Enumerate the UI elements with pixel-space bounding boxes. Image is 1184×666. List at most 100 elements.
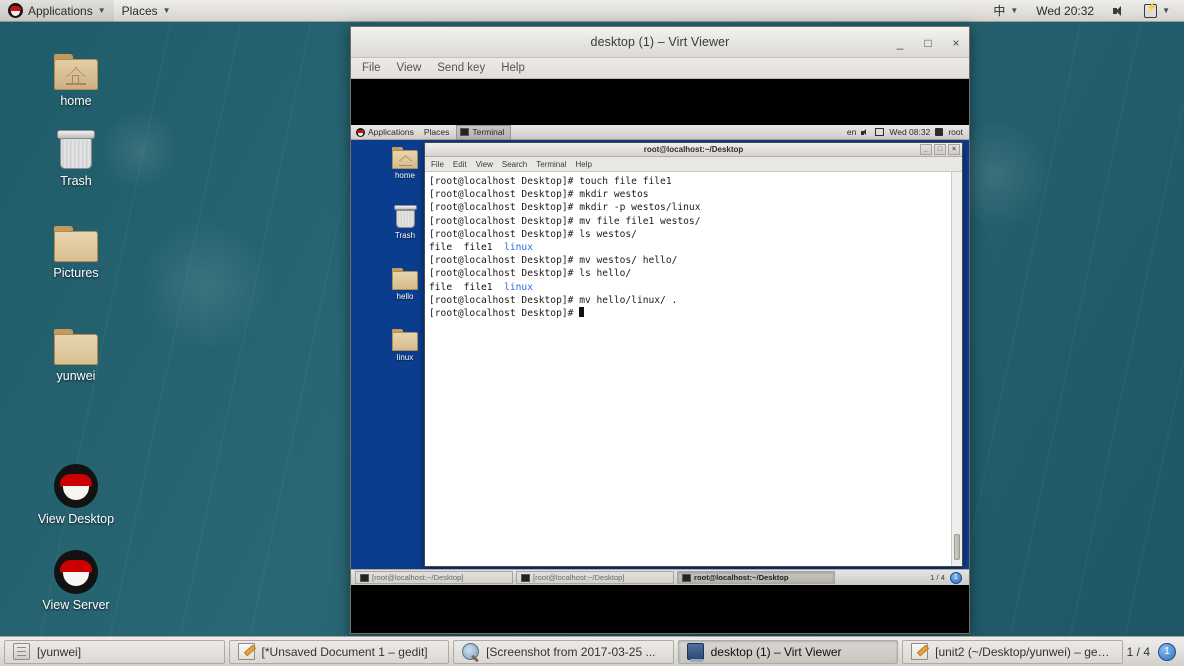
guest-taskbar-item-active[interactable]: root@localhost:~/Desktop — [677, 571, 835, 584]
host-clock[interactable]: Wed 20:32 — [1028, 0, 1102, 22]
virt-viewer-titlebar[interactable]: desktop (1) – Virt Viewer _ □ × — [351, 27, 969, 58]
terminal-command: mv file file1 westos/ — [579, 215, 701, 227]
battery-indicator[interactable]: ▼ — [1136, 0, 1178, 22]
terminal-line: file file1 linux — [429, 241, 962, 254]
desktop-icon-view-desktop[interactable]: View Desktop — [28, 458, 124, 526]
folder-icon — [28, 315, 124, 365]
chevron-down-icon: ▼ — [1162, 5, 1170, 15]
maximize-button[interactable]: □ — [921, 36, 935, 50]
workspace-label: 1 / 4 — [1126, 644, 1151, 659]
terminal-close-button[interactable]: × — [948, 144, 960, 155]
terminal-icon — [521, 573, 530, 582]
terminal-scrollbar-thumb[interactable] — [954, 534, 960, 560]
terminal-window[interactable]: root@localhost:~/Desktop _ □ × File Edit… — [424, 142, 963, 567]
files-icon — [13, 643, 30, 660]
taskbar-item-unsaved-document[interactable]: [*Unsaved Document 1 – gedit] — [228, 639, 450, 664]
guest-applications-menu[interactable]: Applications — [351, 125, 419, 140]
speaker-icon[interactable] — [861, 128, 870, 137]
guest-taskbar-item[interactable]: [root@localhost:~/Desktop] — [516, 571, 674, 584]
terminal-window-controls: _ □ × — [920, 144, 960, 155]
terminal-icon — [460, 128, 470, 136]
virt-viewer-menubar: File View Send key Help — [351, 58, 969, 79]
guest-workspace-badge[interactable]: 1 — [950, 571, 962, 584]
menu-help[interactable]: Help — [500, 62, 526, 74]
terminal-menubar: File Edit View Search Terminal Help — [425, 157, 962, 172]
desktop-icon-label: View Server — [42, 598, 110, 612]
places-menu[interactable]: Places ▼ — [114, 0, 179, 22]
host-clock-label: Wed 20:32 — [1036, 3, 1095, 18]
menu-file[interactable]: File — [361, 62, 382, 74]
chevron-down-icon: ▼ — [97, 5, 106, 15]
terminal-prompt: [root@localhost Desktop]# — [429, 268, 580, 280]
user-icon — [935, 128, 944, 136]
guest-user-label[interactable]: root — [948, 127, 963, 137]
terminal-menu-help[interactable]: Help — [575, 160, 591, 169]
virt-viewer-canvas[interactable]: Applications Places Terminal en Wed 08:3… — [351, 79, 969, 633]
terminal-scrollbar[interactable] — [951, 172, 962, 566]
chevron-down-icon: ▼ — [1010, 5, 1019, 15]
terminal-menu-search[interactable]: Search — [502, 160, 527, 169]
terminal-line: [root@localhost Desktop]# touch file fil… — [429, 175, 962, 188]
volume-indicator[interactable] — [1104, 0, 1134, 22]
guest-taskbar-item[interactable]: [root@localhost:~/Desktop] — [355, 571, 513, 584]
terminal-line: [root@localhost Desktop]# mv hello/linux… — [429, 294, 962, 307]
terminal-menu-edit[interactable]: Edit — [453, 160, 467, 169]
close-button[interactable]: × — [949, 36, 963, 50]
guest-keyboard-label[interactable]: en — [847, 127, 856, 137]
network-icon[interactable] — [875, 128, 885, 136]
desktop-icon-pictures[interactable]: Pictures — [28, 212, 124, 280]
desktop-icon-home[interactable]: home — [28, 40, 124, 108]
terminal-prompt: [root@localhost Desktop]# — [429, 189, 580, 201]
guest-window-list-item-terminal[interactable]: Terminal — [456, 125, 512, 140]
redhat-logo-icon — [8, 3, 23, 18]
desktop-icon-label: Trash — [60, 174, 92, 188]
workspace-switcher[interactable]: 1 / 4 1 — [1126, 642, 1180, 661]
workspace-badge[interactable]: 1 — [1158, 642, 1177, 661]
desktop-icon-yunwei[interactable]: yunwei — [28, 315, 124, 383]
terminal-icon — [682, 573, 691, 582]
terminal-output-area[interactable]: [root@localhost Desktop]# touch file fil… — [425, 172, 962, 566]
guest-places-menu[interactable]: Places — [419, 125, 455, 140]
virt-viewer-window[interactable]: desktop (1) – Virt Viewer _ □ × File Vie… — [350, 26, 970, 634]
terminal-menu-file[interactable]: File — [431, 160, 444, 169]
terminal-line: file file1 linux — [429, 281, 962, 294]
applications-menu-label: Applications — [28, 3, 93, 18]
input-method-indicator[interactable]: 中 ▼ — [985, 0, 1026, 22]
terminal-menu-view[interactable]: View — [476, 160, 493, 169]
guest-task-label: Terminal — [472, 127, 505, 137]
desktop-icon-view-server[interactable]: View Server — [28, 544, 124, 612]
menu-view[interactable]: View — [396, 62, 423, 74]
wallpaper-glow — [140, 220, 270, 350]
terminal-line: [root@localhost Desktop]# ls westos/ — [429, 228, 962, 241]
taskbar-item-screenshot[interactable]: [Screenshot from 2017-03-25 ... — [453, 639, 674, 664]
guest-workspace-label: 1 / 4 — [930, 573, 945, 582]
terminal-line: [root@localhost Desktop]# mkdir westos — [429, 188, 962, 201]
terminal-titlebar[interactable]: root@localhost:~/Desktop _ □ × — [425, 143, 962, 157]
terminal-line: [root@localhost Desktop]# ls hello/ — [429, 267, 962, 280]
guest-desktop[interactable]: Applications Places Terminal en Wed 08:3… — [351, 125, 969, 585]
guest-workspace-switcher[interactable]: 1 / 4 1 — [930, 571, 965, 584]
folder-home-icon — [28, 40, 124, 90]
taskbar-item-unit2[interactable]: [unit2 (~/Desktop/yunwei) – ged... — [902, 639, 1123, 664]
desktop-icon-trash[interactable]: Trash — [28, 120, 124, 188]
terminal-minimize-button[interactable]: _ — [920, 144, 932, 155]
terminal-lines: [root@localhost Desktop]# touch file fil… — [429, 175, 962, 320]
taskbar-item-yunwei[interactable]: [yunwei] — [4, 639, 225, 664]
gedit-icon — [237, 643, 255, 660]
minimize-button[interactable]: _ — [893, 36, 907, 50]
terminal-prompt: [root@localhost Desktop]# — [429, 202, 580, 214]
terminal-prompt: [root@localhost Desktop]# — [429, 294, 580, 306]
applications-menu[interactable]: Applications ▼ — [0, 0, 114, 22]
guest-clock-label[interactable]: Wed 08:32 — [889, 127, 930, 137]
terminal-maximize-button[interactable]: □ — [934, 144, 946, 155]
terminal-icon — [360, 573, 369, 582]
terminal-prompt: [root@localhost Desktop]# — [429, 255, 580, 267]
terminal-command: ls hello/ — [579, 268, 632, 280]
taskbar-item-virt-viewer[interactable]: desktop (1) – Virt Viewer — [677, 639, 899, 664]
terminal-prompt: [root@localhost Desktop]# — [429, 228, 580, 240]
host-status-area: 中 ▼ Wed 20:32 ▼ — [985, 0, 1184, 22]
terminal-menu-terminal[interactable]: Terminal — [536, 160, 566, 169]
menu-send-key[interactable]: Send key — [436, 62, 486, 74]
host-top-panel: Applications ▼ Places ▼ 中 ▼ Wed 20:32 ▼ — [0, 0, 1184, 22]
redhat-logo-icon — [28, 544, 124, 594]
